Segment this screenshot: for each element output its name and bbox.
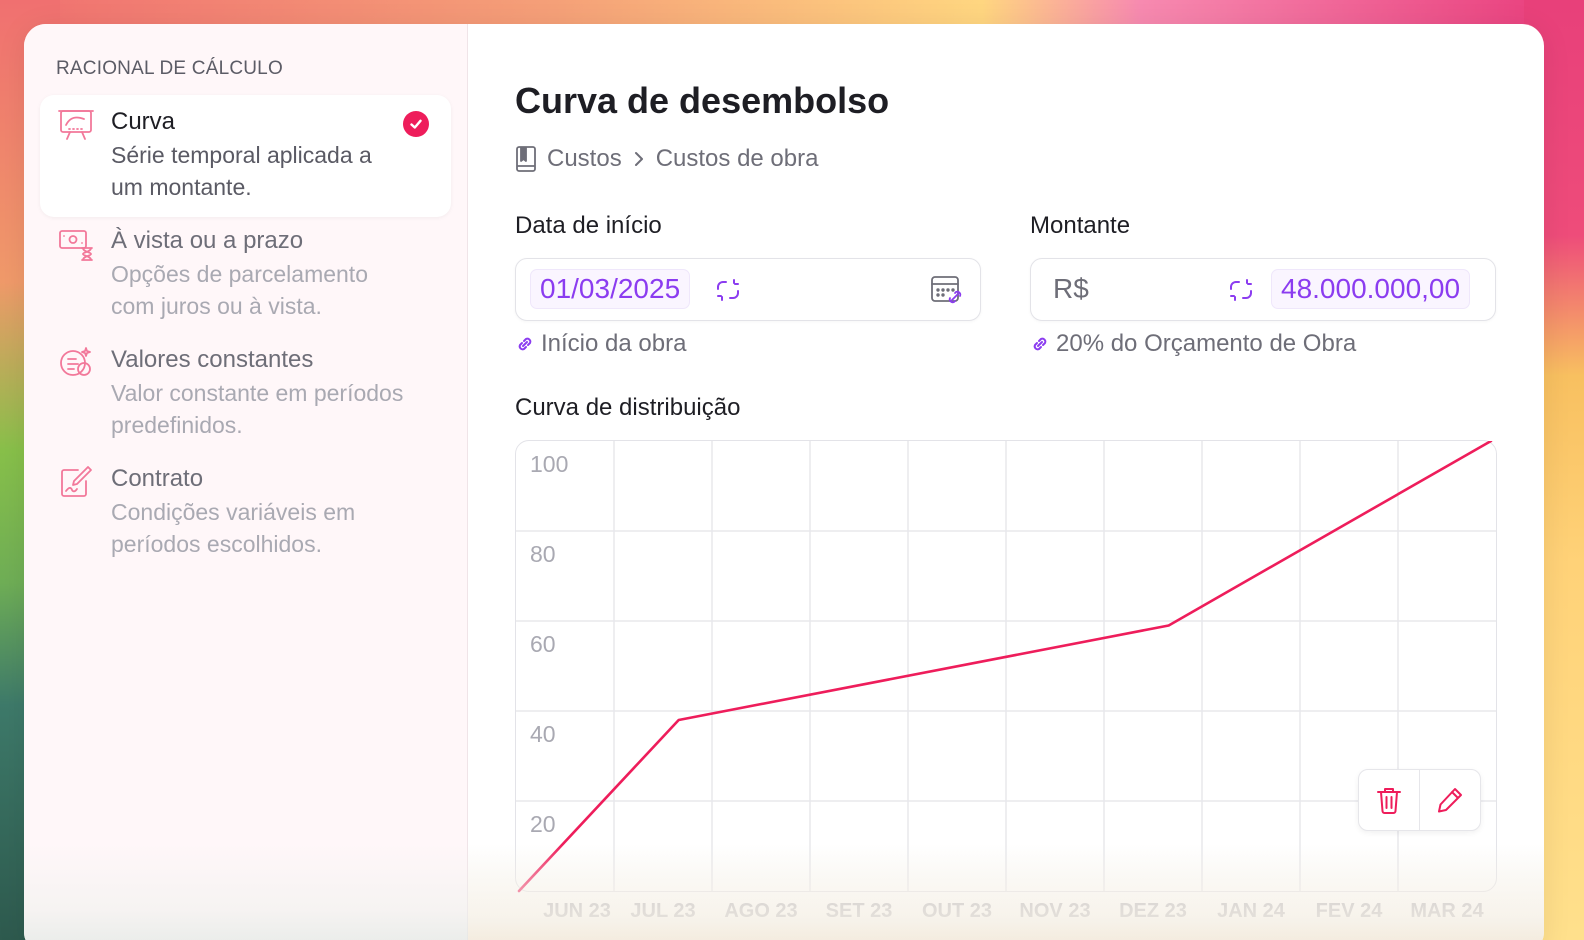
pencil-icon	[1438, 788, 1462, 813]
calendar-link-icon[interactable]	[930, 274, 964, 306]
method-valores-constantes[interactable]: Valores constantes Valor constante em pe…	[40, 333, 451, 455]
chart-svg: 100 80 60 40 20 JUN 23 JUL 23 AGO 23 SET 23 OUT 2…	[516, 441, 1496, 922]
trash-icon	[1377, 788, 1401, 814]
breadcrumb-item[interactable]: Custos	[547, 145, 622, 173]
coins-sparkle-icon	[60, 347, 91, 376]
method-title: Curva	[111, 108, 176, 135]
x-tick-label: JUN 23	[543, 900, 611, 922]
presentation-chart-icon	[58, 110, 94, 140]
x-tick-label: SET 23	[826, 900, 893, 922]
method-contrato[interactable]: Contrato Condições variáveis em períodos…	[40, 452, 451, 574]
method-desc: Valor constante em períodos predefinidos…	[111, 380, 404, 438]
distribution-chart[interactable]: 100 80 60 40 20 JUN 23 JUL 23 AGO 23 SET 23 OUT 2…	[515, 440, 1497, 922]
x-tick-label: OUT 23	[922, 900, 992, 922]
start-date-field[interactable]: 01/03/2025	[515, 258, 981, 321]
y-tick-label: 100	[530, 451, 568, 477]
series-line	[517, 441, 1493, 893]
method-desc: Opções de parcelamento com juros ou à vi…	[111, 261, 368, 319]
y-tick-label: 20	[530, 811, 556, 837]
y-tick-label: 60	[530, 631, 556, 657]
link-icon	[518, 337, 532, 351]
amount-field[interactable]: R$ 48.000.000,00	[1030, 258, 1496, 321]
method-title: Contrato	[111, 465, 204, 492]
unlink-icon[interactable]	[714, 276, 742, 304]
start-date-label: Data de início	[515, 212, 662, 239]
link-icon	[1033, 337, 1047, 351]
page-title: Curva de desembolso	[515, 80, 890, 121]
chevron-right-icon	[634, 152, 643, 166]
x-tick-label: NOV 23	[1019, 900, 1090, 922]
money-hourglass-icon	[59, 230, 93, 261]
y-tick-label: 40	[530, 721, 556, 747]
sidebar-heading: RACIONAL DE CÁLCULO	[56, 58, 283, 79]
unlink-icon[interactable]	[1227, 276, 1255, 304]
chart-label: Curva de distribuição	[515, 394, 741, 421]
book-icon	[516, 146, 536, 172]
currency-prefix: R$	[1053, 273, 1089, 304]
method-a-vista-ou-a-prazo[interactable]: À vista ou a prazo Opções de parcelament…	[40, 214, 451, 336]
chart-actions	[1358, 769, 1481, 831]
method-title: Valores constantes	[111, 346, 314, 373]
app-window: RACIONAL DE CÁLCULO Curva Série temporal…	[24, 24, 1544, 940]
breadcrumb: Custos Custos de obra	[515, 144, 818, 174]
method-title: À vista ou a prazo	[111, 227, 304, 254]
x-tick-label: AGO 23	[724, 900, 797, 922]
method-curva[interactable]: Curva Série temporal aplicada a um monta…	[40, 95, 451, 217]
start-date-hint: Início da obra	[515, 330, 686, 358]
x-tick-label: DEZ 23	[1119, 900, 1187, 922]
x-tick-label: FEV 24	[1316, 900, 1384, 922]
main-panel: Curva de desembolso Custos Custos de obr…	[468, 24, 1544, 940]
edit-button[interactable]	[1419, 770, 1480, 830]
x-tick-label: JAN 24	[1217, 900, 1286, 922]
delete-button[interactable]	[1359, 770, 1419, 830]
start-date-value[interactable]: 01/03/2025	[530, 269, 691, 309]
y-tick-label: 80	[530, 541, 556, 567]
contract-pen-icon	[61, 466, 92, 497]
x-tick-label: MAR 24	[1410, 900, 1484, 922]
method-desc: Condições variáveis em períodos escolhid…	[111, 499, 356, 557]
amount-value[interactable]: 48.000.000,00	[1271, 269, 1471, 309]
amount-label: Montante	[1030, 212, 1131, 239]
amount-hint: 20% do Orçamento de Obra	[1030, 330, 1356, 358]
breadcrumb-item[interactable]: Custos de obra	[656, 145, 819, 173]
selected-check-icon	[403, 111, 429, 137]
sidebar: RACIONAL DE CÁLCULO Curva Série temporal…	[24, 24, 468, 940]
method-desc: Série temporal aplicada a um montante.	[111, 142, 372, 200]
x-tick-label: JUL 23	[630, 900, 695, 922]
